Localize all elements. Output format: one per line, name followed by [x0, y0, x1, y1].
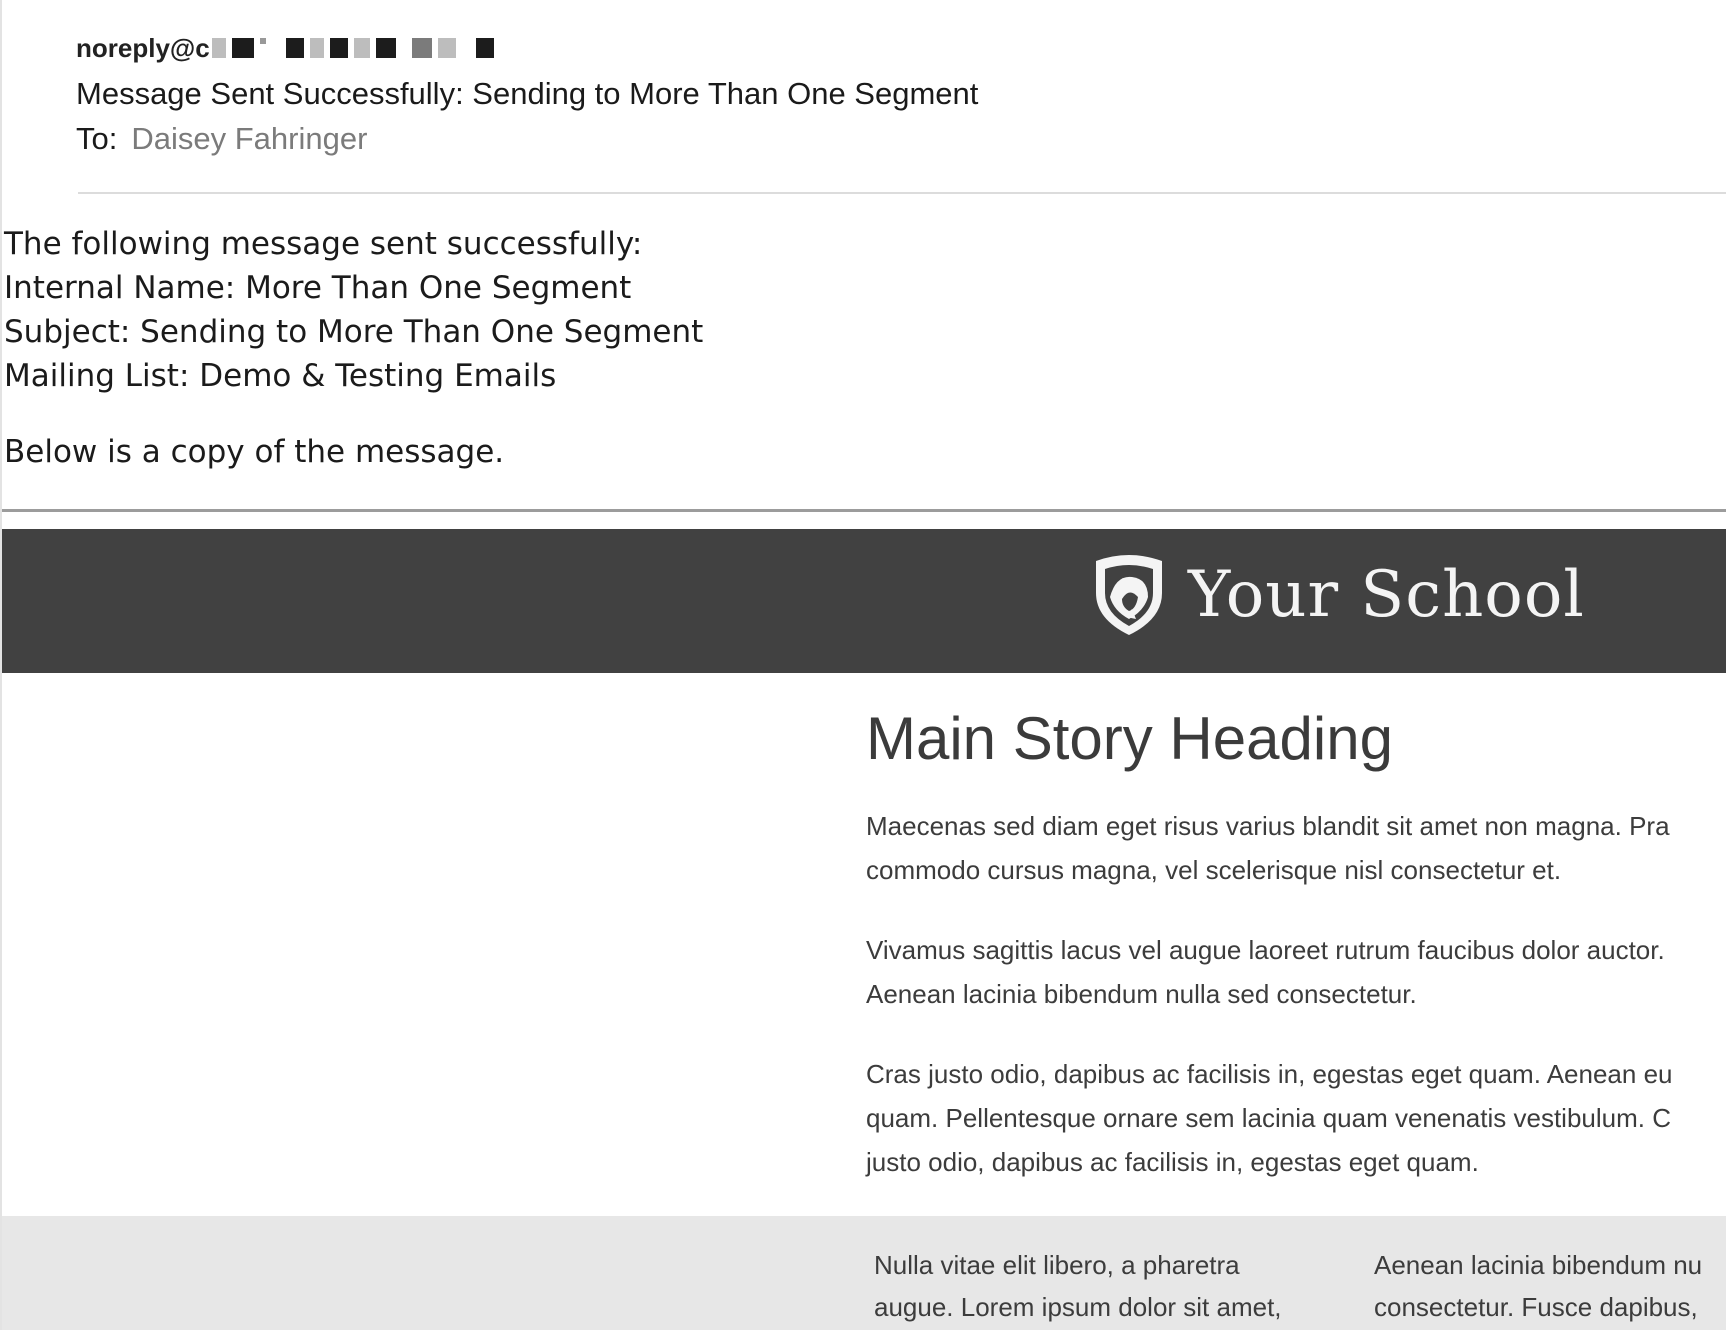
to-label: To:: [76, 121, 118, 156]
story-line: Cras justo odio, dapibus ac facilisis in…: [866, 1059, 1673, 1089]
story-heading: Main Story Heading: [866, 705, 1393, 772]
story-line: augue. Lorem ipsum dolor sit amet,: [874, 1292, 1282, 1322]
recipient-name[interactable]: Daisey Fahringer: [131, 121, 367, 156]
secondary-stories: Nulla vitae elit libero, a pharetra augu…: [2, 1216, 1726, 1330]
story-line: Maecenas sed diam eget risus varius blan…: [866, 811, 1670, 841]
notice-mailing-list: Mailing List: Demo & Testing Emails: [4, 358, 557, 394]
secondary-story-right: Aenean lacinia bibendum nu consectetur. …: [1374, 1244, 1702, 1328]
notice-subject: Subject: Sending to More Than One Segmen…: [4, 314, 704, 350]
story-line: Aenean lacinia bibendum nu: [1374, 1250, 1703, 1280]
notice-intro: The following message sent successfully:: [4, 226, 643, 262]
school-brand[interactable]: Your School: [1092, 553, 1585, 637]
story-line: commodo cursus magna, vel scelerisque ni…: [866, 855, 1562, 885]
message-divider: [2, 509, 1726, 512]
notice-internal-name: Internal Name: More Than One Segment: [4, 270, 632, 306]
recipient-row: To: Daisey Fahringer: [76, 116, 1726, 162]
notice-copy-intro: Below is a copy of the message.: [4, 434, 505, 470]
story-line: justo odio, dapibus ac facilisis in, ege…: [866, 1147, 1479, 1177]
email-header: noreply@c Message Sent Successfully: Sen…: [76, 26, 1726, 162]
redacted-sender-domain: [211, 38, 494, 58]
story-line: Nulla vitae elit libero, a pharetra: [874, 1250, 1240, 1280]
story-line: Vivamus sagittis lacus vel augue laoreet…: [866, 935, 1665, 965]
story-paragraph: Maecenas sed diam eget risus varius blan…: [866, 804, 1726, 892]
header-divider: [78, 192, 1726, 194]
secondary-story-left: Nulla vitae elit libero, a pharetra augu…: [874, 1244, 1282, 1328]
newsletter-banner: Your School: [2, 529, 1726, 673]
sender-address[interactable]: noreply@c: [76, 33, 210, 64]
main-story: Main Story Heading Maecenas sed diam ege…: [866, 700, 1726, 1184]
story-line: quam. Pellentesque ornare sem lacinia qu…: [866, 1103, 1671, 1133]
story-line: Aenean lacinia bibendum nulla sed consec…: [866, 979, 1417, 1009]
sender-row: noreply@c: [76, 26, 1726, 70]
email-viewer: noreply@c Message Sent Successfully: Sen…: [0, 0, 1726, 1330]
school-name: Your School: [1188, 558, 1585, 632]
email-subject: Message Sent Successfully: Sending to Mo…: [76, 76, 979, 111]
story-paragraph: Cras justo odio, dapibus ac facilisis in…: [866, 1052, 1726, 1184]
shield-logo-icon: [1092, 553, 1166, 637]
story-paragraph: Vivamus sagittis lacus vel augue laoreet…: [866, 928, 1726, 1016]
notification-body: The following message sent successfully:…: [4, 222, 703, 474]
story-line: consectetur. Fusce dapibus,: [1374, 1292, 1698, 1322]
